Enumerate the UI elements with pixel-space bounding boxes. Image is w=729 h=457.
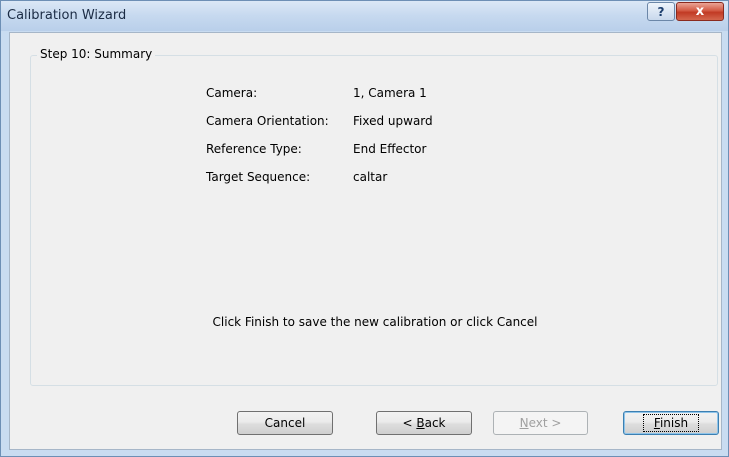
finish-button-label: Finish <box>642 414 700 432</box>
next-button[interactable]: Next > <box>493 411 588 435</box>
next-button-label: Next > <box>519 416 562 430</box>
close-icon: x <box>695 4 705 19</box>
dialog-client-area: Step 10: Summary Camera: 1, Camera 1 Cam… <box>9 32 722 450</box>
summary-groupbox: Step 10: Summary Camera: 1, Camera 1 Cam… <box>30 47 718 386</box>
target-sequence-label: Target Sequence: <box>206 170 311 184</box>
window-title: Calibration Wizard <box>7 8 127 23</box>
back-button[interactable]: < Back <box>376 411 472 435</box>
help-button[interactable]: ? <box>647 2 675 21</box>
cancel-button-label: Cancel <box>264 416 306 430</box>
calibration-wizard-window: Calibration Wizard ? x Step 10: Summary … <box>0 0 729 457</box>
title-bar[interactable]: Calibration Wizard ? x <box>1 1 728 31</box>
close-button[interactable]: x <box>676 2 724 21</box>
group-legend: Step 10: Summary <box>37 47 156 61</box>
camera-orientation-value: Fixed upward <box>353 114 433 128</box>
reference-type-value: End Effector <box>353 142 427 156</box>
camera-value: 1, Camera 1 <box>353 86 427 100</box>
target-sequence-value: caltar <box>353 170 388 184</box>
instruction-text: Click Finish to save the new calibration… <box>212 315 538 329</box>
reference-type-label: Reference Type: <box>206 142 302 156</box>
camera-orientation-label: Camera Orientation: <box>206 114 329 128</box>
back-button-label: < Back <box>402 416 446 430</box>
cancel-button[interactable]: Cancel <box>237 411 333 435</box>
help-icon: ? <box>657 4 665 19</box>
camera-label: Camera: <box>206 86 258 100</box>
finish-button[interactable]: Finish <box>623 411 719 435</box>
